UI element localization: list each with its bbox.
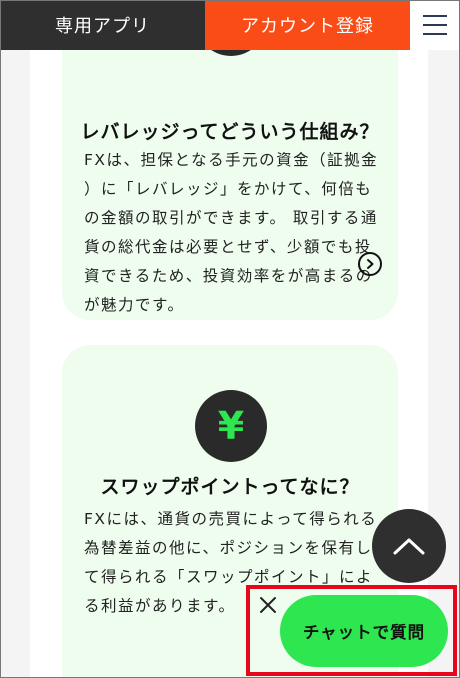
scroll-to-top-button[interactable] xyxy=(372,509,446,583)
card-body-line: 資できるため、投資効率をが高まるの xyxy=(84,267,373,285)
app-download-button[interactable]: 専用アプリ xyxy=(0,0,205,50)
menu-bar xyxy=(423,24,447,26)
card-body-line: 貨の総代金は必要とせず、少額でも投 xyxy=(84,238,372,256)
site-header: 専用アプリ アカウント登録 xyxy=(0,0,460,50)
main-content: ¥ $ レバレッジってどういう仕組み？ FXは、担保となる手元の資金（証拠金 ）… xyxy=(30,0,428,678)
yen-glyph: ¥ xyxy=(217,404,245,448)
card-body-line: が魅力です。 xyxy=(84,296,185,314)
close-icon[interactable] xyxy=(258,595,278,615)
card-title: レバレッジってどういう仕組み？ xyxy=(80,121,380,143)
chevron-right-circle-icon[interactable] xyxy=(358,252,382,276)
menu-bar xyxy=(423,33,447,35)
account-register-button[interactable]: アカウント登録 xyxy=(205,0,410,50)
chat-question-button[interactable]: チャットで質問 xyxy=(280,595,448,667)
card-body-line: 為替差益の他に、ポジションを保有し xyxy=(84,539,373,557)
card-title: スワップポイントってなに？ xyxy=(100,476,360,498)
card-body-line: FXは、担保となる手元の資金（証拠金 xyxy=(84,151,379,169)
card-body-line: FXには、通貨の売買によって得られる xyxy=(84,510,378,528)
chat-widget: チャットで質問 xyxy=(246,585,457,676)
card-body-line: ）に「レバレッジ」をかけて、何倍も xyxy=(84,180,373,198)
hamburger-icon[interactable] xyxy=(410,0,460,50)
chevron-up-icon xyxy=(393,538,425,555)
card-body: FXは、担保となる手元の資金（証拠金 ）に「レバレッジ」をかけて、何倍も の金額… xyxy=(84,146,382,320)
yen-icon: ¥ xyxy=(195,390,267,462)
card-body-line: の金額の取引ができます。 取引する通 xyxy=(84,209,378,227)
menu-bar xyxy=(423,15,447,17)
